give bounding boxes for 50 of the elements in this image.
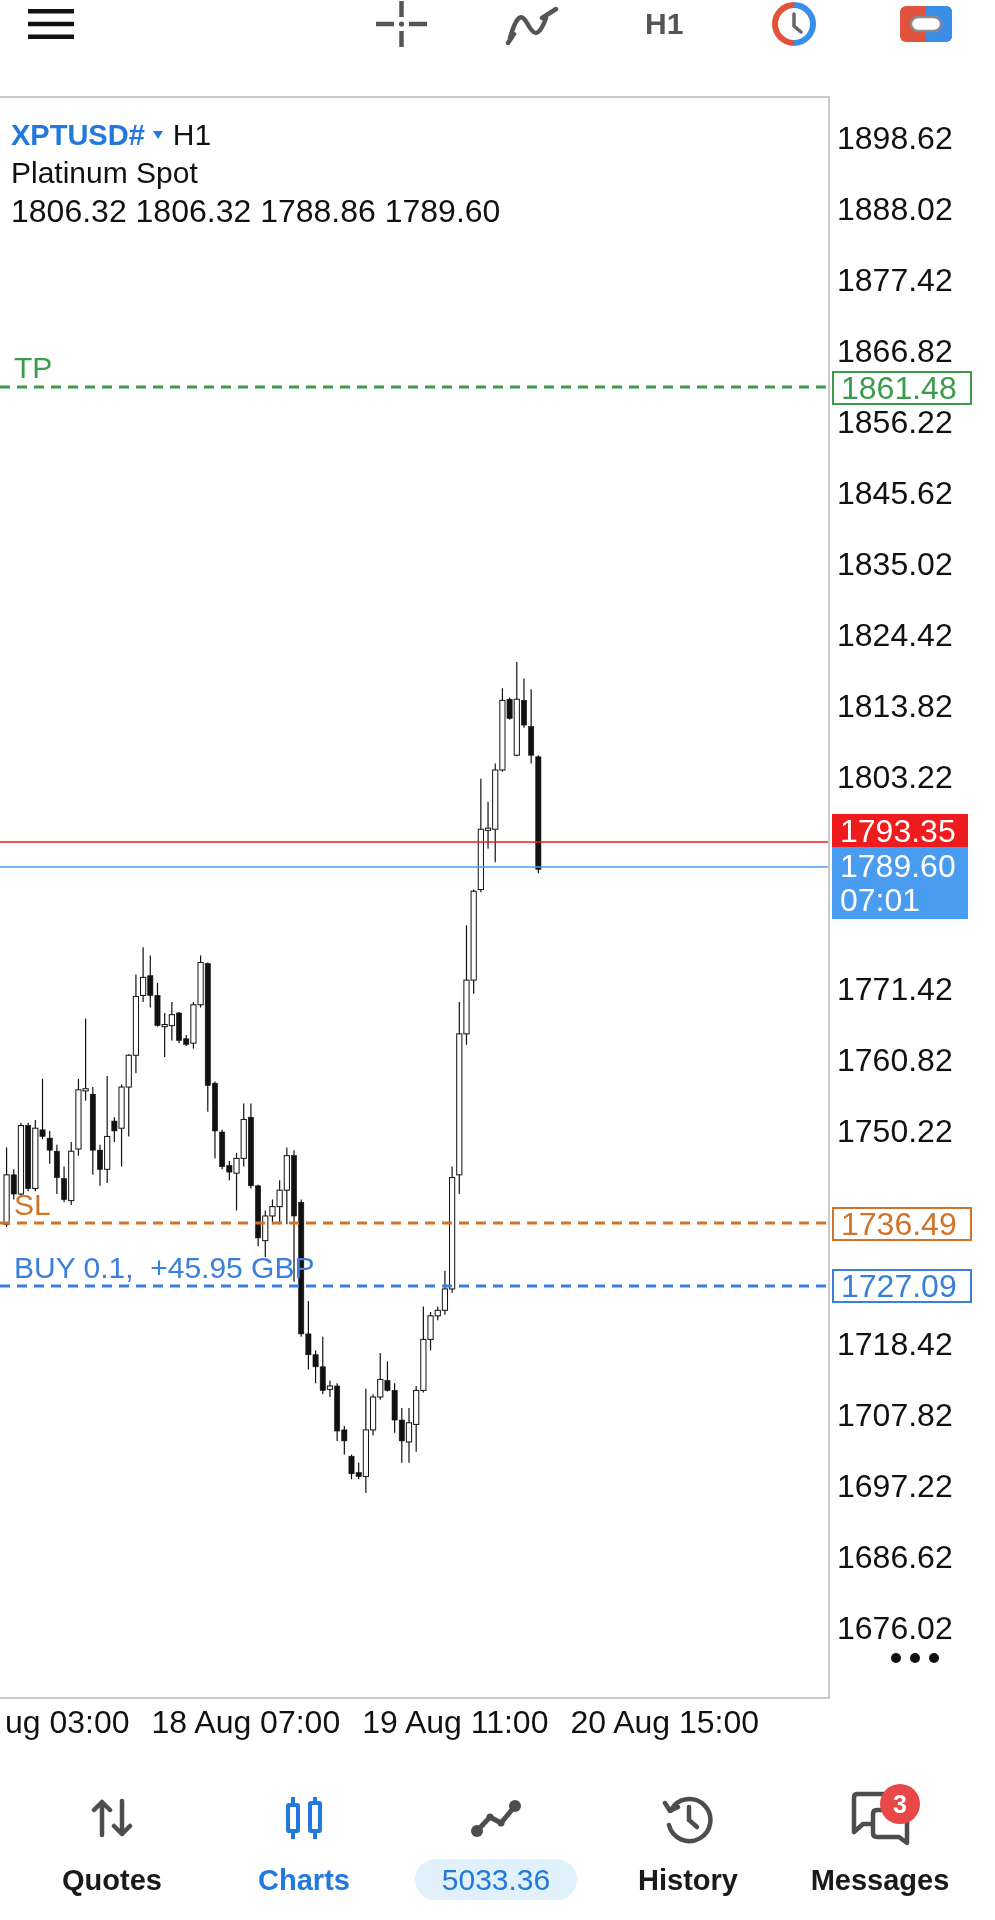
price-axis-label: 1718.42 xyxy=(837,1326,953,1363)
balance-pill: 5033.36 xyxy=(414,1859,578,1900)
price-axis-label: 1824.42 xyxy=(837,616,953,653)
price-axis-label: 1888.02 xyxy=(837,190,953,227)
bottom-nav-tab[interactable]: Quotes xyxy=(62,1790,162,1900)
take-profit-label: TP xyxy=(14,351,53,385)
bottom-nav-tab[interactable]: Charts xyxy=(258,1790,350,1900)
stop-loss-label: SL xyxy=(14,1188,51,1222)
position-price-tag: 1727.09 xyxy=(832,1269,972,1303)
price-axis-label: 1760.82 xyxy=(837,1042,953,1079)
caret-icon[interactable] xyxy=(152,131,163,139)
line-chart-icon xyxy=(470,1798,522,1838)
timeframe-label: H1 xyxy=(172,117,212,153)
price-axis-label: 1803.22 xyxy=(837,758,953,795)
price-axis-label: 1707.82 xyxy=(837,1397,953,1434)
symbol-name[interactable]: XPTUSD# xyxy=(11,116,145,154)
price-axis-label: 1813.82 xyxy=(837,687,953,724)
message-count-badge: 3 xyxy=(880,1784,920,1824)
time-axis-label: 20 Aug 15:00 xyxy=(570,1703,760,1742)
price-axis-label: 1898.62 xyxy=(837,120,953,156)
price-axis-label: 1676.02 xyxy=(837,1609,953,1646)
price-axis-label: 1835.02 xyxy=(837,545,953,582)
time-axis-label: ug 03:00 xyxy=(5,1703,130,1742)
price-axis-label: 1845.62 xyxy=(837,474,953,511)
clock-icon[interactable] xyxy=(771,1,818,47)
candlestick-icon xyxy=(283,1795,325,1841)
countdown-timer: 07:01 xyxy=(840,883,921,917)
crosshair-icon[interactable] xyxy=(376,1,427,47)
time-axis-label: 18 Aug 07:00 xyxy=(151,1703,341,1742)
price-axis-label: 1856.22 xyxy=(837,403,953,440)
menu-icon[interactable] xyxy=(28,9,74,39)
price-axis-label: 1866.82 xyxy=(837,332,953,369)
bid-price-tag: 1793.35 xyxy=(832,814,968,848)
price-axis-label: 1750.22 xyxy=(837,1113,953,1150)
last-price-value: 1789.60 xyxy=(840,849,956,883)
symbol-description: Platinum Spot xyxy=(11,155,198,191)
bottom-nav-tab[interactable]: History xyxy=(638,1790,738,1900)
switch-icon[interactable] xyxy=(900,6,953,42)
bottom-nav-tab[interactable]: 5033.36 xyxy=(414,1790,578,1900)
more-icon[interactable] xyxy=(891,1653,939,1663)
price-axis-label: 1877.42 xyxy=(837,261,953,298)
price-axis-label: 1697.22 xyxy=(837,1468,953,1505)
price-axis-label: 1771.42 xyxy=(837,971,953,1008)
price-axis-label: 1686.62 xyxy=(837,1539,953,1575)
timeframe-button[interactable]: H1 xyxy=(645,6,684,42)
take-profit-price-tag: 1861.48 xyxy=(832,371,972,405)
up-down-arrows-icon xyxy=(91,1798,133,1838)
ohlc-values: 1806.32 1806.32 1788.86 1789.60 xyxy=(11,192,501,230)
stop-loss-price-tag: 1736.49 xyxy=(832,1207,972,1241)
time-axis-label: 19 Aug 11:00 xyxy=(362,1703,549,1742)
